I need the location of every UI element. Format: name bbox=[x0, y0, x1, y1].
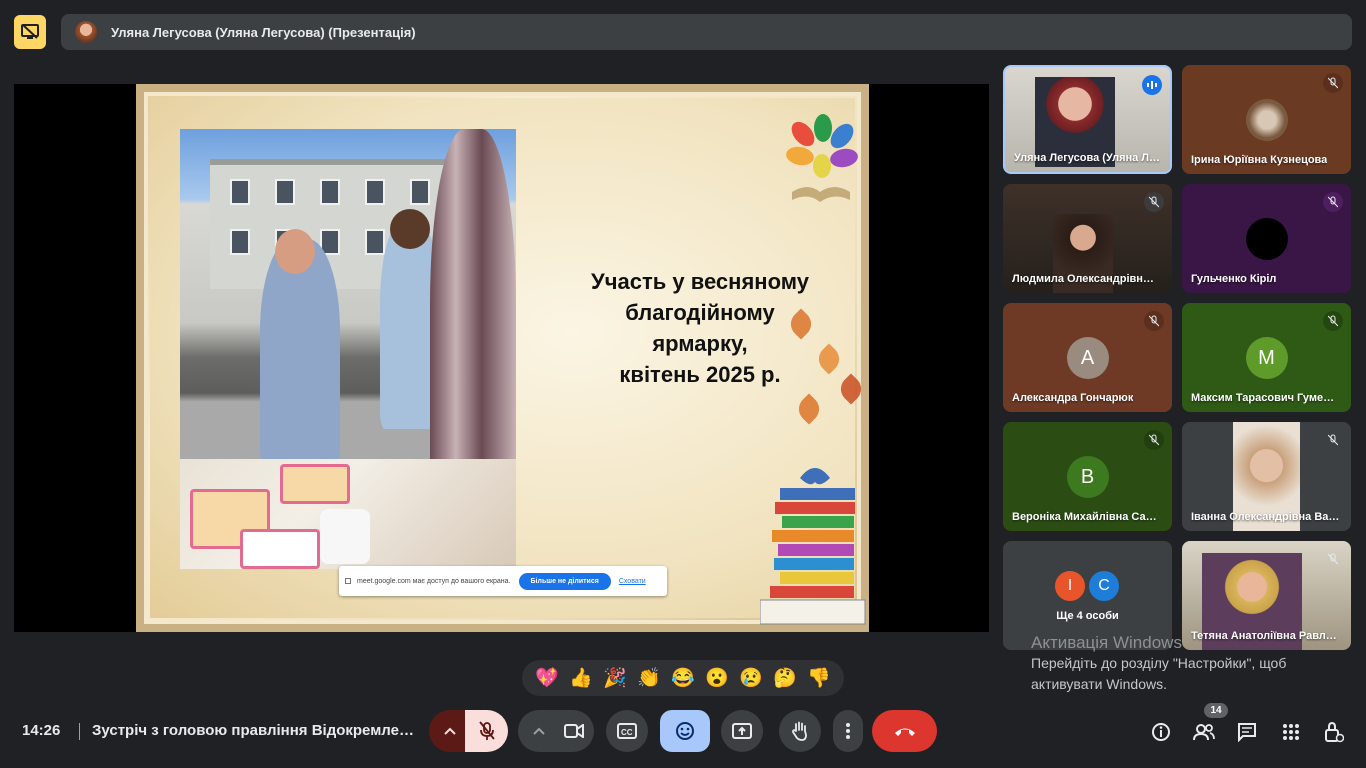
people-button[interactable] bbox=[1191, 719, 1217, 745]
presenter-avatar bbox=[75, 21, 97, 43]
svg-text:CC: CC bbox=[621, 728, 633, 737]
participant-tile[interactable]: А Александра Гончарюк bbox=[1003, 303, 1172, 412]
presenter-title: Уляна Легусова (Уляна Легусова) (Презент… bbox=[111, 24, 416, 40]
participant-name: Максим Тарасович Гуме… bbox=[1191, 392, 1335, 404]
camera-toggle-button[interactable] bbox=[554, 710, 594, 752]
presentation-status-icon[interactable] bbox=[14, 15, 46, 49]
hands-logo-icon bbox=[786, 114, 858, 202]
mic-off-icon bbox=[1144, 311, 1164, 331]
people-icon bbox=[1193, 724, 1215, 741]
mic-off-icon bbox=[1144, 192, 1164, 212]
participant-name: Людмила Олександрівн… bbox=[1012, 273, 1154, 285]
mic-off-icon bbox=[478, 721, 495, 740]
mic-off-icon bbox=[1323, 73, 1343, 93]
reactions-button[interactable] bbox=[660, 710, 710, 752]
host-controls-icon bbox=[1325, 721, 1344, 743]
reaction-party[interactable]: 🎉 bbox=[603, 666, 627, 690]
more-participants-label: Ще 4 особи bbox=[1056, 610, 1119, 622]
reaction-thinking[interactable]: 🤔 bbox=[773, 666, 797, 690]
avatar: С bbox=[1087, 569, 1121, 603]
mic-off-icon bbox=[1323, 192, 1343, 212]
clock: 14:26 bbox=[22, 722, 61, 739]
participant-tile[interactable]: Людмила Олександрівн… bbox=[1003, 184, 1172, 293]
mic-off-icon bbox=[1323, 430, 1343, 450]
raise-hand-button[interactable] bbox=[779, 710, 821, 752]
reaction-clap[interactable]: 👏 bbox=[637, 666, 661, 690]
avatar: М bbox=[1245, 337, 1288, 379]
chat-icon bbox=[1238, 723, 1256, 742]
leave-call-button[interactable] bbox=[872, 710, 937, 752]
mic-off-icon bbox=[1144, 430, 1164, 450]
meeting-title: Зустріч з головою правління Відокремлено… bbox=[92, 722, 414, 739]
participant-name: Гульченко Кіріл bbox=[1191, 273, 1277, 285]
screen-share-notice: meet.google.com має доступ до вашого екр… bbox=[339, 566, 667, 596]
activities-icon bbox=[1283, 724, 1299, 740]
participant-name: Уляна Легусова (Уляна Л… bbox=[1014, 152, 1161, 164]
present-button[interactable] bbox=[721, 710, 763, 752]
books-illustration bbox=[760, 468, 866, 625]
participant-tile[interactable]: Іванна Олександрівна Ва… bbox=[1182, 422, 1351, 531]
people-count-badge: 14 bbox=[1204, 703, 1228, 718]
reaction-surprised[interactable]: 😮 bbox=[705, 666, 729, 690]
info-icon bbox=[1152, 723, 1170, 741]
camera-icon bbox=[564, 724, 584, 738]
participant-name: Александра Гончарюк bbox=[1012, 392, 1134, 404]
participant-tile[interactable]: В Вероніка Михайлівна Са… bbox=[1003, 422, 1172, 531]
captions-button[interactable]: CC bbox=[606, 710, 648, 752]
avatar: В bbox=[1066, 456, 1109, 498]
chevron-up-icon bbox=[533, 727, 545, 735]
windows-activation-watermark: Активація Windows Перейдіть до розділу "… bbox=[1031, 633, 1287, 692]
participant-tile[interactable]: М Максим Тарасович Гуме… bbox=[1182, 303, 1351, 412]
avatar bbox=[1245, 99, 1288, 141]
speaking-indicator-icon bbox=[1142, 75, 1162, 95]
presenter-bar: Уляна Легусова (Уляна Легусова) (Презент… bbox=[61, 14, 1352, 50]
chevron-up-icon bbox=[444, 727, 456, 735]
present-to-all-icon bbox=[732, 723, 752, 739]
reaction-heart[interactable]: 💖 bbox=[535, 666, 559, 690]
participant-tile[interactable]: Гульченко Кіріл bbox=[1182, 184, 1351, 293]
reactions-bar: 💖 👍 🎉 👏 😂 😮 😢 🤔 👎 bbox=[522, 660, 844, 696]
end-call-icon bbox=[894, 728, 915, 736]
participant-tile[interactable]: Ірина Юріївна Кузнецова bbox=[1182, 65, 1351, 174]
reaction-thumbs-down[interactable]: 👎 bbox=[807, 666, 831, 690]
mic-toggle-button[interactable] bbox=[465, 710, 508, 752]
share-notice-text: meet.google.com має доступ до вашого екр… bbox=[357, 577, 511, 585]
participant-name: Іванна Олександрівна Ва… bbox=[1191, 511, 1340, 523]
activities-button[interactable] bbox=[1278, 719, 1304, 745]
reaction-laugh[interactable]: 😂 bbox=[671, 666, 695, 690]
more-vert-icon bbox=[846, 723, 850, 739]
chat-button[interactable] bbox=[1234, 719, 1260, 745]
stop-sharing-button[interactable]: Більше не ділитися bbox=[518, 572, 611, 590]
avatar bbox=[1245, 218, 1288, 260]
divider bbox=[79, 723, 80, 740]
avatar: А bbox=[1066, 337, 1109, 379]
more-options-button[interactable] bbox=[833, 710, 863, 752]
meeting-info-button[interactable] bbox=[1148, 719, 1174, 745]
reaction-sad[interactable]: 😢 bbox=[739, 666, 763, 690]
mic-off-icon bbox=[1323, 311, 1343, 331]
stop-share-icon bbox=[345, 578, 351, 584]
participant-name: Ірина Юріївна Кузнецова bbox=[1191, 154, 1328, 166]
participant-name: Вероніка Михайлівна Са… bbox=[1012, 511, 1157, 523]
raise-hand-icon bbox=[792, 721, 807, 741]
captions-icon: CC bbox=[617, 723, 637, 739]
participant-tile[interactable]: Уляна Легусова (Уляна Л… bbox=[1003, 65, 1172, 174]
avatar: І bbox=[1053, 569, 1087, 603]
mic-off-icon bbox=[1323, 549, 1343, 569]
hide-notice-link[interactable]: Сховати bbox=[619, 578, 646, 585]
host-controls-button[interactable] bbox=[1321, 719, 1347, 745]
emoji-icon bbox=[676, 722, 694, 740]
reaction-thumbs-up[interactable]: 👍 bbox=[569, 666, 593, 690]
presentation-slide: Участь у весняному благодійному ярмарку,… bbox=[136, 84, 869, 632]
slide-photo bbox=[180, 129, 516, 569]
